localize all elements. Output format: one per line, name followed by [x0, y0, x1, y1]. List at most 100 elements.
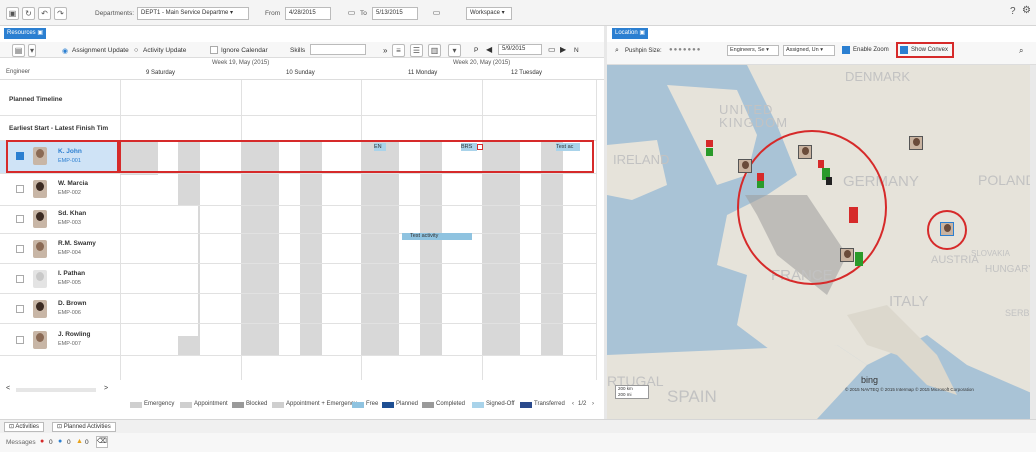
- map-marker-red-icon[interactable]: [818, 160, 824, 168]
- free-time-block: [120, 206, 198, 336]
- workspace-button[interactable]: Workspace ▾: [466, 7, 512, 20]
- resources-tab[interactable]: Resources ▣: [4, 28, 47, 39]
- undo-icon[interactable]: ↶: [38, 7, 51, 20]
- chart-icon[interactable]: ▥: [428, 44, 441, 57]
- map-search-icon[interactable]: ⌕: [1019, 46, 1023, 56]
- map-marker-green-icon[interactable]: [757, 181, 764, 188]
- planned-activities-tab[interactable]: ⊡ Planned Activities: [52, 422, 116, 432]
- help-icon[interactable]: ?: [1010, 6, 1016, 17]
- next-arrow-icon[interactable]: ▶: [560, 45, 566, 54]
- legend-label: Free: [366, 401, 379, 407]
- legend-prev-icon[interactable]: ‹: [572, 401, 574, 407]
- messages-bar: Messages ● 0 ● 0 ▲ 0 ⌫: [0, 433, 1036, 452]
- location-toolbar: ⌕ Pushpin Size: ●●●●●●● Engineers, Se ▾ …: [607, 42, 1036, 65]
- row-separator: [0, 323, 596, 324]
- pushpin-icon: ⌕: [615, 47, 619, 54]
- grid-dropdown-icon[interactable]: ▾: [28, 44, 36, 57]
- engineer-checkbox[interactable]: [16, 336, 24, 344]
- engineer-map-pin[interactable]: [798, 145, 812, 159]
- to-label: To: [360, 10, 367, 17]
- engineer-checkbox[interactable]: [16, 275, 24, 283]
- map-marker-green-icon[interactable]: [706, 148, 713, 156]
- row-separator: [0, 293, 596, 294]
- pushpin-size-slider[interactable]: ●●●●●●●: [669, 47, 701, 53]
- from-date-input[interactable]: 4/28/2015: [285, 7, 331, 20]
- legend-label: Blocked: [246, 401, 268, 407]
- redo-icon[interactable]: ↷: [54, 7, 67, 20]
- map-marker-black-icon[interactable]: [826, 177, 832, 185]
- calendar-icon[interactable]: ▭: [548, 45, 556, 54]
- engineer-name[interactable]: W. Marcia: [58, 180, 88, 187]
- save-icon[interactable]: ▣: [6, 7, 19, 20]
- engineer-map-pin[interactable]: [940, 222, 954, 236]
- map-label: DENMARK: [845, 69, 911, 84]
- engineer-name[interactable]: Sd. Khan: [58, 210, 86, 217]
- departments-value: DEPT1 - Main Service Departme: [141, 10, 229, 16]
- pushpin-size-label: Pushpin Size:: [625, 48, 662, 54]
- map-marker-red-icon[interactable]: [849, 207, 858, 223]
- horizontal-scrollbar[interactable]: [16, 388, 96, 392]
- warning-icon[interactable]: ▲: [76, 438, 83, 445]
- location-tab[interactable]: Location ▣: [612, 28, 649, 39]
- radio-selected-icon[interactable]: ◉: [62, 47, 68, 55]
- activity-bar[interactable]: Test activity: [402, 233, 472, 240]
- skills-label: Skills: [290, 47, 306, 54]
- engineer-map-pin[interactable]: [738, 159, 752, 173]
- error-count: 0: [49, 439, 53, 446]
- to-date-input[interactable]: 5/13/2015: [372, 7, 418, 20]
- engineer-checkbox[interactable]: [16, 185, 24, 193]
- to-calendar-icon[interactable]: ▭: [430, 7, 443, 20]
- map-view[interactable]: UNITED KINGDOM IRELAND DENMARK GERMANY P…: [607, 65, 1036, 419]
- engineer-checkbox[interactable]: [16, 215, 24, 223]
- map-scrollbar[interactable]: [1030, 65, 1036, 419]
- bing-logo: bing: [861, 375, 879, 385]
- assigned-select-value: Assigned, Un: [786, 47, 819, 53]
- options-icon[interactable]: ▾: [448, 44, 461, 57]
- radio-icon[interactable]: ○: [134, 47, 138, 54]
- info-icon[interactable]: ●: [58, 438, 62, 445]
- warning-count: 0: [85, 439, 89, 446]
- engineer-name[interactable]: R.M. Swamy: [58, 240, 96, 247]
- prev-page-label[interactable]: P: [474, 47, 478, 54]
- engineer-name[interactable]: I. Pathan: [58, 270, 85, 277]
- engineers-select[interactable]: Engineers, Se ▾: [727, 45, 779, 56]
- map-marker-red-icon[interactable]: [706, 140, 713, 147]
- legend-swatch: [232, 402, 244, 408]
- engineer-checkbox[interactable]: [16, 245, 24, 253]
- gear-icon[interactable]: ⚙: [1022, 5, 1031, 16]
- scroll-left-icon[interactable]: <: [6, 385, 10, 392]
- ignore-calendar-checkbox[interactable]: [210, 46, 218, 54]
- grid-menu-icon[interactable]: ▤: [12, 44, 25, 57]
- timeline-date-input[interactable]: 5/9/2015: [498, 44, 542, 55]
- departments-select[interactable]: DEPT1 - Main Service Departme ▾: [137, 7, 249, 20]
- convex-circle: [737, 130, 887, 285]
- grid-divider: [596, 80, 597, 380]
- enable-zoom-checkbox[interactable]: [842, 46, 850, 54]
- legend-swatch: [352, 402, 364, 408]
- engineer-name[interactable]: D. Brown: [58, 300, 87, 307]
- assigned-select[interactable]: Assigned, Un ▾: [783, 45, 835, 56]
- scroll-right-icon[interactable]: >: [104, 385, 108, 392]
- error-icon[interactable]: ●: [40, 438, 44, 445]
- week19-label: Week 19, May (2015): [212, 60, 270, 66]
- map-marker-red-icon[interactable]: [757, 173, 764, 181]
- engineer-avatar: [33, 270, 47, 288]
- engineer-name[interactable]: J. Rowling: [58, 331, 91, 338]
- engineer-map-pin[interactable]: [909, 136, 923, 150]
- skills-input[interactable]: [310, 44, 366, 55]
- columns-icon[interactable]: ☰: [410, 44, 423, 57]
- map-marker-green-icon[interactable]: [855, 252, 863, 266]
- from-calendar-icon[interactable]: ▭: [345, 7, 358, 20]
- filter-icon[interactable]: ≡: [392, 44, 405, 57]
- prev-arrow-icon[interactable]: ◀: [486, 45, 492, 54]
- next-page-label[interactable]: N: [574, 47, 579, 54]
- expand-icon[interactable]: »: [383, 46, 387, 55]
- refresh-icon[interactable]: ↻: [22, 7, 35, 20]
- activities-tab[interactable]: ⊡ Activities: [4, 422, 45, 432]
- engineer-checkbox[interactable]: [16, 305, 24, 313]
- legend-label: Appointment + Emergency: [286, 401, 357, 407]
- legend-swatch: [130, 402, 142, 408]
- legend-next-icon[interactable]: ›: [592, 401, 594, 407]
- clear-messages-icon[interactable]: ⌫: [96, 436, 108, 448]
- engineer-map-pin[interactable]: [840, 248, 854, 262]
